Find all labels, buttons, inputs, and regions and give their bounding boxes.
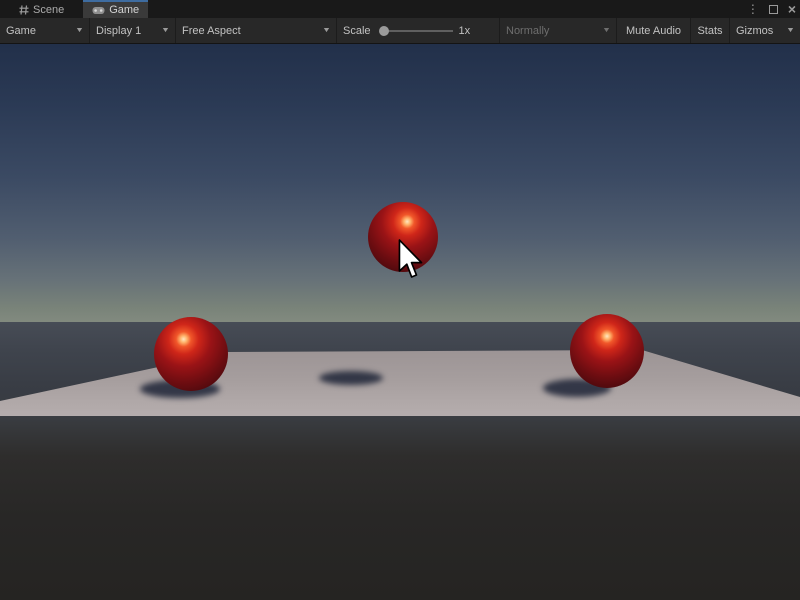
chevron-down-icon: ▼ xyxy=(786,27,795,34)
gizmos-dropdown[interactable]: Gizmos ▼ xyxy=(730,18,800,43)
aspect-ratio-label: Free Aspect xyxy=(182,25,241,37)
window-controls: ⋮ × xyxy=(747,0,796,18)
close-icon[interactable]: × xyxy=(788,2,796,16)
scale-slider-track xyxy=(383,30,453,32)
kebab-menu-icon[interactable]: ⋮ xyxy=(747,3,759,15)
scale-label: Scale xyxy=(343,25,371,37)
view-mode-label: Game xyxy=(6,25,36,37)
red-sphere-right[interactable] xyxy=(570,314,644,388)
foreground-void xyxy=(0,416,800,600)
grid-icon xyxy=(19,5,29,15)
sky-gradient xyxy=(0,44,800,322)
scale-control: Scale 1x xyxy=(337,18,500,43)
game-viewport[interactable] xyxy=(0,44,800,600)
red-sphere-center[interactable] xyxy=(368,202,438,272)
gizmos-label: Gizmos xyxy=(736,25,773,37)
scale-slider[interactable] xyxy=(379,25,453,37)
tab-scene[interactable]: Scene xyxy=(10,0,73,18)
maximize-icon[interactable] xyxy=(769,5,778,14)
red-sphere-left[interactable] xyxy=(154,317,228,391)
sphere-shadow-center xyxy=(319,371,383,385)
chevron-down-icon: ▼ xyxy=(75,27,84,34)
stats-button[interactable]: Stats xyxy=(691,18,730,43)
tab-scene-label: Scene xyxy=(33,4,64,16)
scale-value: 1x xyxy=(459,25,471,37)
mute-audio-label: Mute Audio xyxy=(626,25,681,37)
tab-game[interactable]: Game xyxy=(83,0,148,18)
tab-bar: Scene Game ⋮ × xyxy=(0,0,800,18)
playmode-label: Normally xyxy=(506,25,549,37)
display-label: Display 1 xyxy=(96,25,141,37)
scale-slider-knob[interactable] xyxy=(379,26,389,36)
game-view-toolbar: Game ▼ Display 1 ▼ Free Aspect ▼ Scale 1… xyxy=(0,18,800,44)
chevron-down-icon: ▼ xyxy=(322,27,331,34)
playmode-dropdown[interactable]: Normally ▼ xyxy=(500,18,617,43)
stats-label: Stats xyxy=(697,25,722,37)
view-mode-dropdown[interactable]: Game ▼ xyxy=(0,18,90,43)
chevron-down-icon: ▼ xyxy=(602,27,611,34)
aspect-ratio-dropdown[interactable]: Free Aspect ▼ xyxy=(176,18,337,43)
mute-audio-button[interactable]: Mute Audio xyxy=(617,18,691,43)
display-dropdown[interactable]: Display 1 ▼ xyxy=(90,18,176,43)
tab-game-label: Game xyxy=(109,4,139,16)
chevron-down-icon: ▼ xyxy=(161,27,170,34)
gamepad-icon xyxy=(92,6,105,15)
